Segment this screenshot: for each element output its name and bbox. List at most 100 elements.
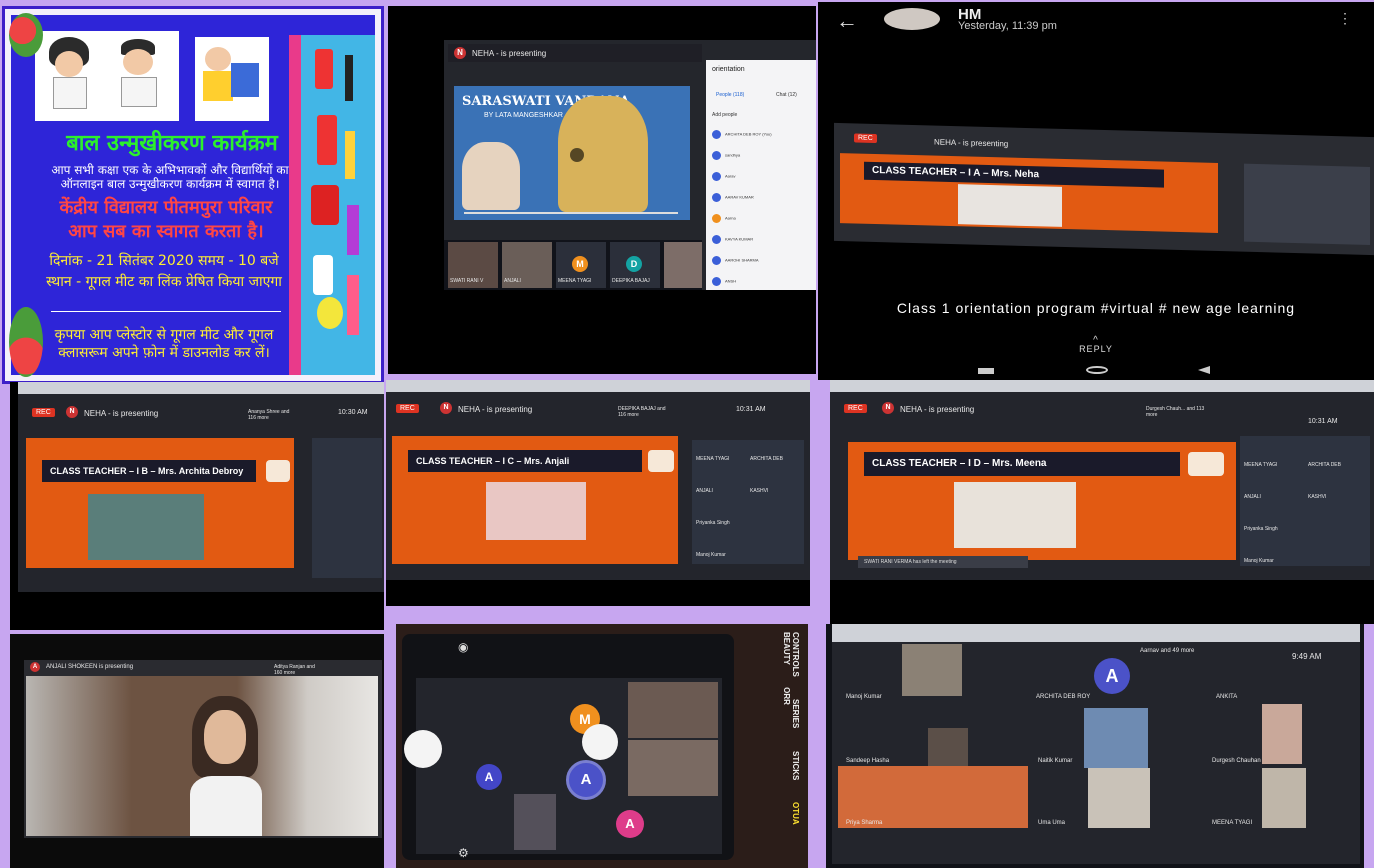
people-panel: orientation People (118) Chat (12) Add p… bbox=[706, 60, 816, 290]
viewer-count: Aarnav and 49 more bbox=[1140, 648, 1195, 654]
teacher-photo bbox=[958, 184, 1062, 227]
screen: REC N NEHA - is presenting Ananya Shree … bbox=[18, 382, 384, 592]
participant-video bbox=[628, 682, 718, 738]
person-row[interactable]: sandhya bbox=[712, 151, 812, 172]
poster-divider bbox=[51, 311, 281, 312]
browser-tabs bbox=[386, 380, 810, 392]
capture-button[interactable] bbox=[582, 724, 618, 760]
nav-home-icon[interactable] bbox=[1086, 366, 1108, 374]
slide: CLASS TEACHER – I C – Mrs. Anjali bbox=[392, 436, 678, 564]
participant-thumb: SWATI RANI V bbox=[448, 242, 498, 288]
meet-grid: M A A A bbox=[416, 678, 722, 854]
presenter-text: NEHA - is presenting bbox=[934, 137, 1009, 149]
person-row[interactable]: Aarna bbox=[712, 214, 812, 235]
add-people-button[interactable]: Add people bbox=[712, 112, 737, 118]
camera-mode[interactable]: ORR bbox=[782, 687, 791, 705]
participant-name: Uma Uma bbox=[1038, 820, 1066, 826]
browser-tabs bbox=[18, 382, 384, 394]
presenter-bar: N NEHA - is presenting bbox=[448, 44, 702, 62]
person-row[interactable]: KAVYA KUMAR bbox=[712, 235, 812, 256]
camera-mode[interactable]: SERIES bbox=[791, 699, 800, 728]
pen-icon bbox=[345, 55, 353, 101]
camera-mode[interactable]: STICKS bbox=[791, 751, 800, 780]
clock: 10:31 AM bbox=[1308, 418, 1338, 425]
viewer-count: DEEPIKA BAJAJ and 116 more bbox=[618, 406, 666, 418]
camera-mode[interactable]: CONTROLS bbox=[791, 632, 800, 677]
person-row[interactable]: AARAV KUMAR bbox=[712, 193, 812, 214]
browser-tabs bbox=[832, 624, 1360, 642]
poster-note-2: क्लासरूम अपने फ़ोन में डाउनलोड कर लें। bbox=[58, 345, 270, 361]
viewer-count: Durgesh Chauh... and 113 more bbox=[1146, 406, 1205, 418]
nav-recent-icon[interactable] bbox=[978, 368, 994, 374]
clock: 10:30 AM bbox=[338, 409, 368, 416]
status-caption: Class 1 orientation program #virtual # n… bbox=[896, 300, 1296, 316]
rec-badge: REC bbox=[844, 404, 867, 413]
participant-grid: MEENA TYAGI ARCHITA DEB ANJALI KASHVI Pr… bbox=[1240, 436, 1370, 566]
viewer-count: Aditya Ranjan and 160 more bbox=[274, 664, 315, 676]
presenter-avatar: N bbox=[882, 402, 894, 414]
person-row[interactable]: AAROHI SHARMA bbox=[712, 256, 812, 277]
slide-banner: CLASS TEACHER – I C – Mrs. Anjali bbox=[408, 450, 642, 472]
participant-avatar: A bbox=[616, 810, 644, 838]
camera-mode[interactable]: BEAUTY bbox=[782, 632, 791, 665]
notebook-icon bbox=[311, 185, 339, 225]
reply-button[interactable]: ^ REPLY bbox=[818, 336, 1374, 355]
poster-stationery-strip bbox=[301, 35, 375, 375]
leave-toast: SWATI RANI VERMA has left the meeting bbox=[858, 556, 1028, 568]
participant-grid bbox=[312, 438, 382, 578]
participant-video bbox=[1262, 704, 1302, 764]
more-options-icon[interactable]: ⋮ bbox=[1338, 10, 1352, 27]
camera-icon[interactable]: ◉ bbox=[458, 640, 468, 654]
video-subtitle: BY LATA MANGESHKAR bbox=[484, 112, 563, 119]
book-icon bbox=[317, 115, 337, 165]
person-row[interactable]: ANSH bbox=[712, 277, 812, 298]
screen: N NEHA - is presenting SARASWATI VANDANA… bbox=[444, 40, 816, 290]
kv-logo bbox=[266, 460, 290, 482]
participant-name: Durgesh Chauhan bbox=[1212, 758, 1261, 764]
camera-mode[interactable]: OTUA bbox=[791, 802, 800, 825]
settings-icon[interactable]: ⚙ bbox=[458, 846, 469, 860]
meet-class-1c-photo: REC N NEHA - is presenting DEEPIKA BAJAJ… bbox=[386, 380, 810, 606]
poster-title: बाल उन्मुखीकरण कार्यक्रम bbox=[66, 131, 278, 156]
presenter-avatar: N bbox=[440, 402, 452, 414]
screen: REC N NEHA - is presenting Durgesh Chauh… bbox=[830, 380, 1374, 580]
tab-people[interactable]: People (118) bbox=[716, 92, 744, 98]
person-row[interactable]: ARCHITA DEB ROY (You) bbox=[712, 130, 812, 151]
meet-class-1d-photo: REC N NEHA - is presenting Durgesh Chauh… bbox=[830, 380, 1374, 624]
participant-name: Manoj Kumar bbox=[846, 694, 882, 700]
video-progress[interactable] bbox=[464, 212, 678, 214]
person-row[interactable]: Aarav bbox=[712, 172, 812, 193]
thumbnail-strip: SWATI RANI V ANJALI M MEENA TYAGI D DEEP… bbox=[444, 240, 702, 290]
back-arrow-icon[interactable]: ← bbox=[836, 8, 858, 34]
poster-line-2: ऑनलाइन बाल उन्मुखीकरण कार्यक्रम में स्वा… bbox=[60, 177, 280, 191]
participant-thumb: D DEEPIKA BAJAJ bbox=[610, 242, 660, 288]
teacher-photo bbox=[954, 482, 1076, 548]
tab-chat[interactable]: Chat (12) bbox=[776, 92, 797, 98]
participant-video bbox=[1088, 768, 1150, 828]
shutter-button[interactable] bbox=[404, 730, 442, 768]
participant-video bbox=[1084, 708, 1148, 768]
participant-video bbox=[928, 728, 968, 768]
participant-name: Naitik Kumar bbox=[1038, 758, 1073, 764]
rec-badge: REC bbox=[854, 133, 877, 144]
participant-thumb: ANJALI bbox=[502, 242, 552, 288]
presenter-avatar: A bbox=[30, 662, 40, 672]
nav-back-icon[interactable] bbox=[1198, 366, 1210, 374]
panel-title: orientation bbox=[712, 66, 745, 73]
poster-date: दिनांक - 21 सितंबर 2020 समय - 10 बजे bbox=[49, 253, 279, 269]
participant-name: ANKITA bbox=[1216, 694, 1238, 700]
teacher-photo bbox=[486, 482, 586, 540]
play-icon[interactable] bbox=[570, 148, 584, 162]
kv-logo bbox=[648, 450, 674, 472]
poster-place: स्थान - गूगल मीट का लिंक प्रेषित किया जा… bbox=[46, 274, 282, 290]
tablet-photo: M A A A ◉ ⚙ CONTROLS SERIES STICKS OTUA … bbox=[396, 624, 808, 868]
crayon-icon bbox=[347, 205, 359, 255]
teacher-photo bbox=[88, 494, 204, 560]
participant-thumb bbox=[664, 242, 702, 288]
orientation-poster: बाल उन्मुखीकरण कार्यक्रम आप सभी कक्षा एक… bbox=[2, 6, 384, 384]
slide: CLASS TEACHER – I B – Mrs. Archita Debro… bbox=[26, 438, 294, 568]
singer-photo bbox=[462, 142, 520, 210]
student-illustration bbox=[195, 37, 269, 121]
meet-gallery-photo: Aarnav and 49 more 9:49 AM A Manoj Kumar… bbox=[826, 624, 1364, 868]
screen: REC N NEHA - is presenting DEEPIKA BAJAJ… bbox=[386, 380, 810, 580]
